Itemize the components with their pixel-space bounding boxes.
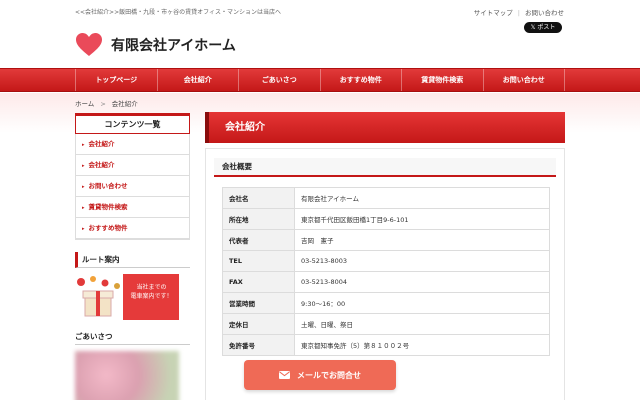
row-value: 東京都千代田区飯田橋1丁目9-6-101	[294, 208, 550, 230]
row-label: 営業時間	[222, 292, 295, 314]
arrow-right-icon: ▸	[82, 163, 85, 169]
top-bar: <<会社紹介>>飯田橋・九段・市ヶ谷の賃貸オフィス・マンションは当店へ サイトマ…	[0, 0, 640, 33]
nav-item-contact[interactable]: お問い合わせ	[482, 69, 565, 91]
heart-logo-icon	[75, 32, 103, 58]
sidebar-item-company[interactable]: ▸ 会社紹介	[76, 134, 189, 155]
row-value: 03-5213-8003	[294, 250, 550, 272]
company-name: 有限会社アイホーム	[111, 38, 236, 54]
site-tagline: <<会社紹介>>飯田橋・九段・市ヶ谷の賃貸オフィス・マンションは当店へ	[75, 9, 281, 16]
sidebar-item-search[interactable]: ▸ 賃貸物件検索	[76, 197, 189, 218]
nav-item-greeting[interactable]: ごあいさつ	[238, 69, 320, 91]
top-links: サイトマップ | お問い合わせ	[473, 9, 564, 17]
breadcrumb-separator: >	[100, 100, 106, 108]
mail-contact-button[interactable]: メールでお問合せ	[244, 360, 396, 390]
table-row: 免許番号 東京都知事免許（5）第８１００２号	[222, 334, 550, 356]
table-row: 会社名 有限会社アイホーム	[222, 187, 550, 209]
main-content: 会社紹介 会社概要 会社名 有限会社アイホーム 所在地 東京都千代田区飯田橋1丁目9-…	[205, 112, 565, 400]
greeting-title: ごあいさつ	[75, 330, 190, 345]
nav-item-company[interactable]: 会社紹介	[156, 69, 239, 91]
x-post-button[interactable]: 𝕏 ポスト	[524, 22, 562, 33]
breadcrumb-home[interactable]: ホーム	[75, 100, 94, 108]
nav-item-search[interactable]: 賃貸物件検索	[401, 69, 483, 91]
arrow-right-icon: ▸	[82, 205, 85, 211]
nav-item-recommended[interactable]: おすすめ物件	[319, 69, 402, 91]
greeting-section: ごあいさつ	[75, 330, 190, 400]
route-banner-text: 当社までの 電車案内です！	[123, 274, 179, 320]
sitemap-link[interactable]: サイトマップ	[474, 9, 513, 17]
row-value: 土曜、日曜、祭日	[294, 313, 550, 335]
breadcrumb-current: 会社紹介	[111, 100, 138, 108]
row-label: 定休日	[222, 313, 295, 335]
sidebar-item-contact[interactable]: ▸ お問い合わせ	[76, 176, 189, 197]
row-value: 吉岡 憲子	[294, 229, 550, 251]
table-row: TEL 03-5213-8003	[222, 250, 550, 272]
row-value: 03-5213-8004	[294, 271, 550, 293]
table-row: FAX 03-5213-8004	[222, 271, 550, 293]
table-row: 定休日 土曜、日曜、祭日	[222, 313, 550, 335]
mail-contact-label: メールでお問合せ	[297, 370, 361, 380]
row-label: 所在地	[222, 208, 295, 230]
sidebar-title: コンテンツ一覧	[75, 113, 190, 134]
envelope-icon	[279, 371, 290, 379]
row-value: 有限会社アイホーム	[294, 187, 550, 209]
contact-link[interactable]: お問い合わせ	[525, 9, 564, 17]
row-value: 9:30〜16：00	[294, 292, 550, 314]
route-banner[interactable]: 当社までの 電車案内です！	[75, 274, 179, 322]
row-label: 代表者	[222, 229, 295, 251]
sidebar-contents: コンテンツ一覧 ▸ 会社紹介 ▸ 会社紹介 ▸ お問い合わせ ▸ 賃貸物件検索 ▸ おすす…	[75, 113, 190, 240]
route-section: ルート案内 当社までの 電車案内です！	[75, 252, 190, 322]
table-row: 代表者 吉岡 憲子	[222, 229, 550, 251]
route-title: ルート案内	[75, 252, 190, 268]
row-value: 東京都知事免許（5）第８１００２号	[294, 334, 550, 356]
gift-box-icon	[77, 276, 120, 317]
arrow-right-icon: ▸	[82, 226, 85, 232]
arrow-right-icon: ▸	[82, 142, 85, 148]
table-row: 所在地 東京都千代田区飯田橋1丁目9-6-101	[222, 208, 550, 230]
company-info-table: 会社名 有限会社アイホーム 所在地 東京都千代田区飯田橋1丁目9-6-101 代表者 吉岡…	[222, 187, 550, 356]
sidebar-item-recommended[interactable]: ▸ おすすめ物件	[76, 218, 189, 239]
arrow-right-icon: ▸	[82, 184, 85, 190]
main-nav: トップページ 会社紹介 ごあいさつ おすすめ物件 賃貸物件検索 お問い合わせ	[0, 68, 640, 92]
table-row: 営業時間 9:30〜16：00	[222, 292, 550, 314]
row-label: FAX	[222, 271, 295, 293]
nav-item-top[interactable]: トップページ	[75, 69, 157, 91]
site-logo[interactable]: 有限会社アイホーム	[75, 30, 236, 60]
breadcrumb: ホーム > 会社紹介	[75, 98, 138, 108]
section-title: 会社概要	[214, 158, 556, 177]
row-label: TEL	[222, 250, 295, 272]
row-label: 免許番号	[222, 334, 295, 356]
greeting-image	[75, 351, 179, 400]
sidebar-item-company-2[interactable]: ▸ 会社紹介	[76, 155, 189, 176]
page-title: 会社紹介	[205, 112, 565, 143]
row-label: 会社名	[222, 187, 295, 209]
